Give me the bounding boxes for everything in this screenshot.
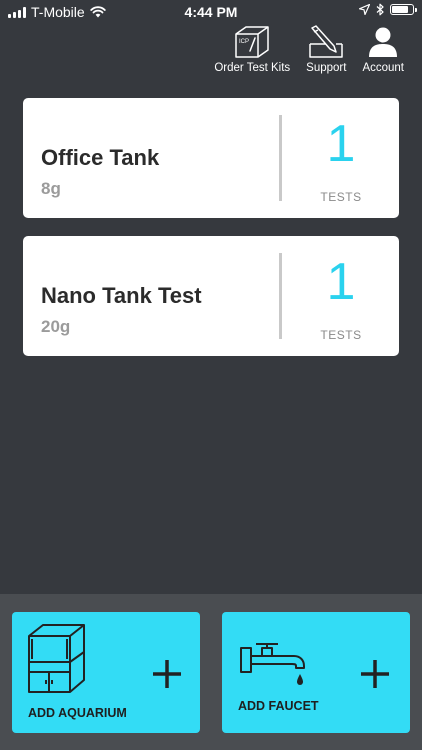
add-faucet-label: ADD FAUCET bbox=[238, 699, 319, 713]
plus-icon bbox=[153, 660, 181, 688]
location-arrow-icon bbox=[359, 4, 370, 15]
tank-volume: 20g bbox=[41, 317, 71, 336]
account-label: Account bbox=[362, 62, 404, 74]
order-test-kits-label: Order Test Kits bbox=[214, 62, 291, 74]
bluetooth-icon bbox=[376, 3, 384, 16]
tank-divider bbox=[279, 253, 282, 339]
top-nav: ICP Order Test Kits Support Account bbox=[214, 24, 404, 74]
bottom-action-panel: ADD AQUARIUM ADD FAUCET bbox=[0, 594, 422, 750]
support-label: Support bbox=[306, 62, 347, 74]
tank-list: Office Tank 8g 1 TESTS Nano Tank Test 20… bbox=[23, 98, 399, 374]
tank-card[interactable]: Office Tank 8g 1 TESTS bbox=[23, 98, 399, 218]
icp-text: ICP bbox=[239, 39, 249, 45]
battery-icon bbox=[390, 4, 417, 15]
tank-test-count-label: TESTS bbox=[320, 190, 362, 204]
status-right bbox=[359, 3, 417, 16]
tank-test-count: 1 bbox=[326, 253, 356, 311]
tank-volume: 8g bbox=[41, 179, 61, 198]
aquarium-cabinet-icon bbox=[28, 624, 85, 693]
tank-divider bbox=[279, 115, 282, 201]
add-aquarium-label: ADD AQUARIUM bbox=[28, 706, 127, 720]
faucet-icon bbox=[240, 643, 305, 685]
support-pen-icon bbox=[309, 25, 344, 58]
test-kit-box-icon: ICP bbox=[235, 26, 269, 58]
tank-card[interactable]: Nano Tank Test 20g 1 TESTS bbox=[23, 236, 399, 356]
tank-test-count: 1 bbox=[326, 115, 356, 173]
tank-name: Office Tank bbox=[41, 145, 160, 170]
add-aquarium-button[interactable]: ADD AQUARIUM bbox=[12, 612, 200, 733]
account-person-icon bbox=[369, 27, 398, 57]
plus-icon bbox=[361, 660, 389, 688]
tank-name: Nano Tank Test bbox=[41, 283, 202, 308]
tank-test-count-label: TESTS bbox=[320, 328, 362, 342]
support-button[interactable]: Support bbox=[306, 24, 346, 74]
status-bar: T-Mobile 4:44 PM bbox=[0, 0, 422, 24]
account-button[interactable]: Account bbox=[362, 24, 404, 74]
add-faucet-button[interactable]: ADD FAUCET bbox=[222, 612, 410, 733]
order-test-kits-button[interactable]: ICP Order Test Kits bbox=[214, 24, 290, 74]
